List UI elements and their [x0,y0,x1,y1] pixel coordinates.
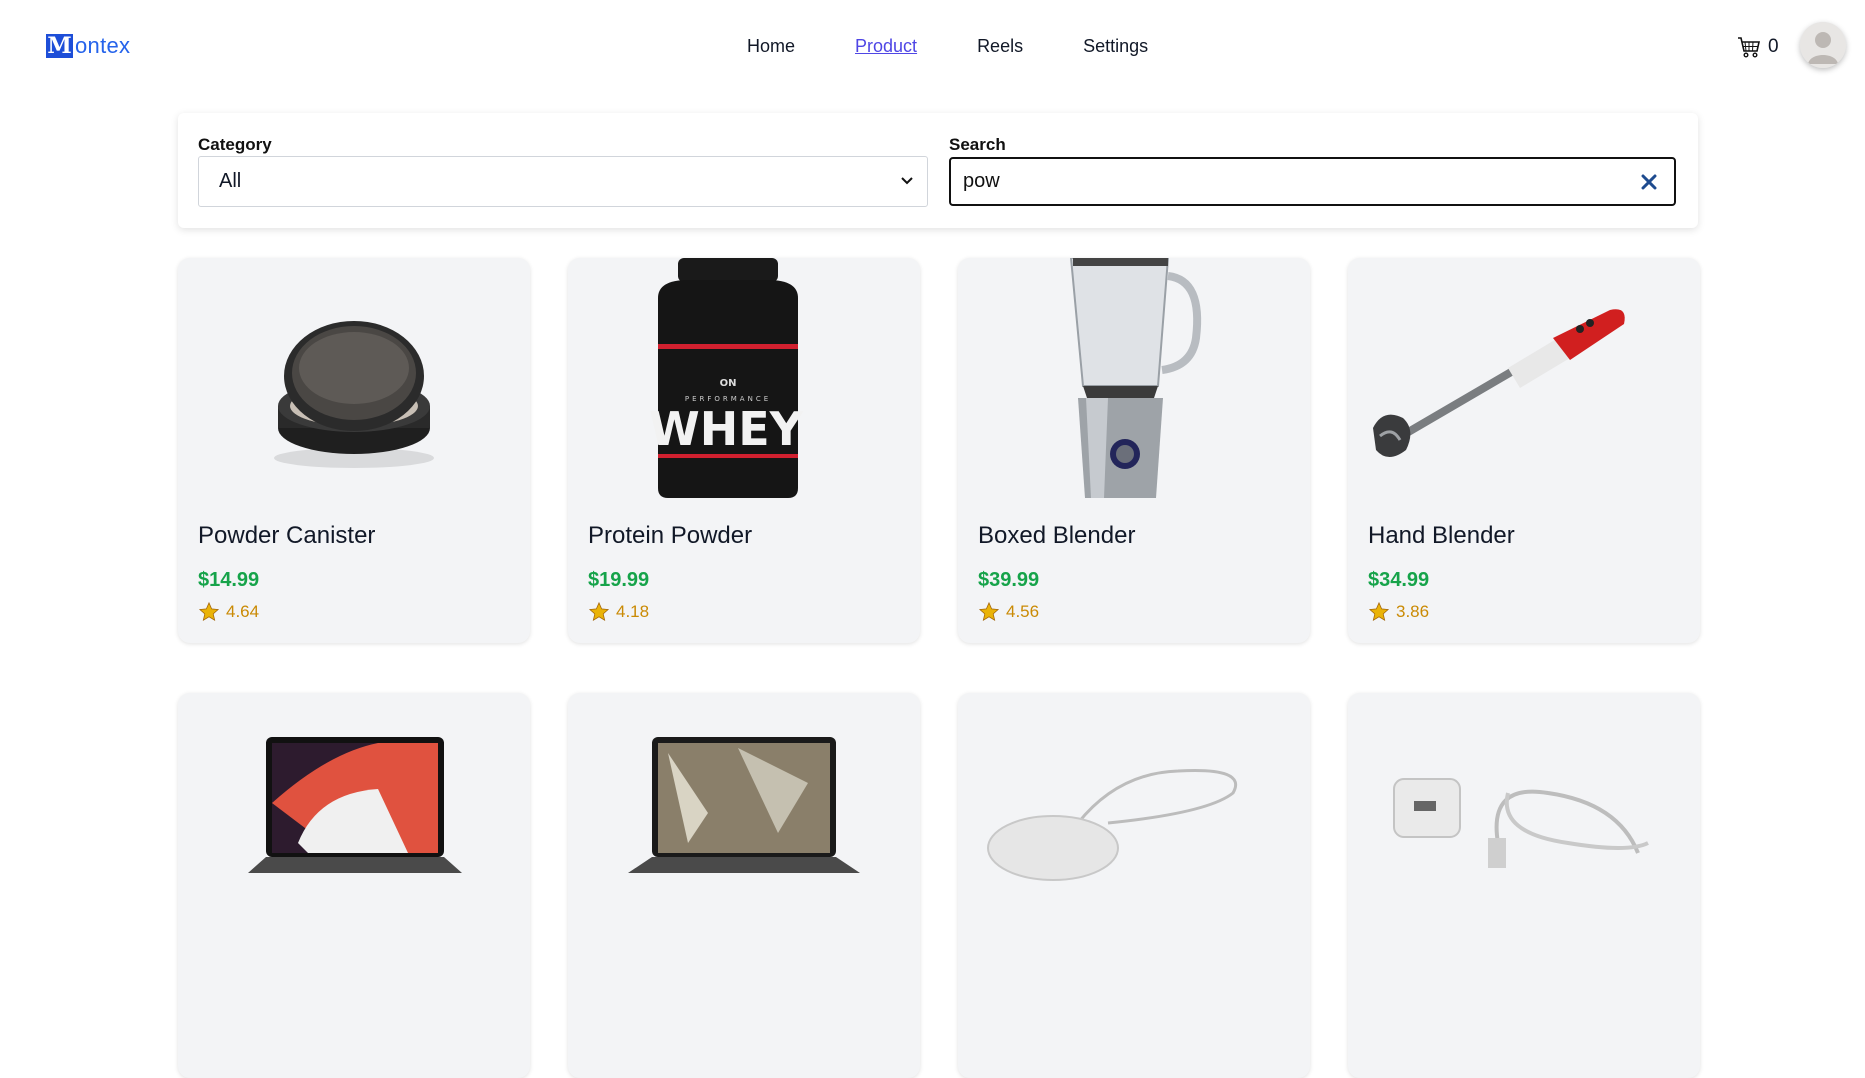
charger-cable-image [1348,693,1700,933]
logo-text: ontex [75,33,131,58]
search-label: Search [949,135,1006,154]
product-price: $34.99 [1368,569,1430,591]
cart-count: 0 [1768,36,1779,57]
cart-button[interactable]: 0 [1736,34,1779,60]
user-avatar-icon [1800,22,1846,68]
rating-value: 4.64 [226,602,260,621]
category-value: All [219,170,242,192]
product-card[interactable] [1348,693,1700,1078]
nav-settings[interactable]: Settings [1083,36,1148,57]
product-rating: 4.56 [978,601,1039,623]
wireless-charger-image [958,693,1310,933]
main-nav: Home Product Reels Settings [747,36,1208,57]
top-header: M ontex Home Product Reels Settings 0 [0,0,1865,96]
product-card[interactable] [178,693,530,1078]
nav-product[interactable]: Product [855,36,917,57]
product-name: Hand Blender [1368,522,1515,549]
nav-reels[interactable]: Reels [977,36,1023,57]
laptop-image [178,693,530,933]
clear-icon[interactable] [1638,171,1660,193]
product-name: Protein Powder [588,522,753,549]
rating-value: 4.56 [1006,602,1040,621]
product-card[interactable] [958,693,1310,1078]
product-name: Powder Canister [198,522,376,549]
product-card[interactable] [568,693,920,1078]
protein-powder-image: ON PERFORMANCE WHEY [568,258,920,498]
cart-icon [1738,37,1760,58]
product-rating: 4.18 [588,601,649,623]
product-price: $39.99 [978,569,1040,591]
whey-brand: ON [720,378,737,389]
product-card[interactable]: Boxed Blender $39.99 4.56 [958,258,1310,643]
logo-mark: M [46,33,73,59]
boxed-blender-image [958,258,1310,498]
star-icon [1368,601,1390,622]
product-price: $19.99 [588,569,650,591]
product-rating: 3.86 [1368,601,1429,623]
product-price: $14.99 [198,569,260,591]
product-rating: 4.64 [198,601,259,623]
laptop-image [568,693,920,933]
product-card[interactable]: ON PERFORMANCE WHEY Protein Powder $19.9… [568,258,920,643]
powder-canister-image [178,258,530,498]
star-icon [588,601,610,622]
chevron-down-icon [901,177,913,185]
search-input[interactable] [963,170,1603,193]
rating-value: 4.18 [616,602,650,621]
star-icon [198,601,220,622]
product-card[interactable]: Powder Canister $14.99 4.64 [178,258,530,643]
filter-panel: Category All Search [178,113,1698,228]
category-select[interactable]: All [198,156,928,207]
category-label: Category [198,135,272,154]
product-card[interactable]: Hand Blender $34.99 3.86 [1348,258,1700,643]
avatar[interactable] [1800,22,1846,68]
whey-name: WHEY [649,402,804,456]
hand-blender-image [1348,258,1700,498]
logo[interactable]: M ontex [46,33,130,59]
search-field[interactable] [949,157,1676,206]
rating-value: 3.86 [1396,602,1430,621]
product-name: Boxed Blender [978,522,1136,549]
nav-home[interactable]: Home [747,36,795,57]
star-icon [978,601,1000,622]
